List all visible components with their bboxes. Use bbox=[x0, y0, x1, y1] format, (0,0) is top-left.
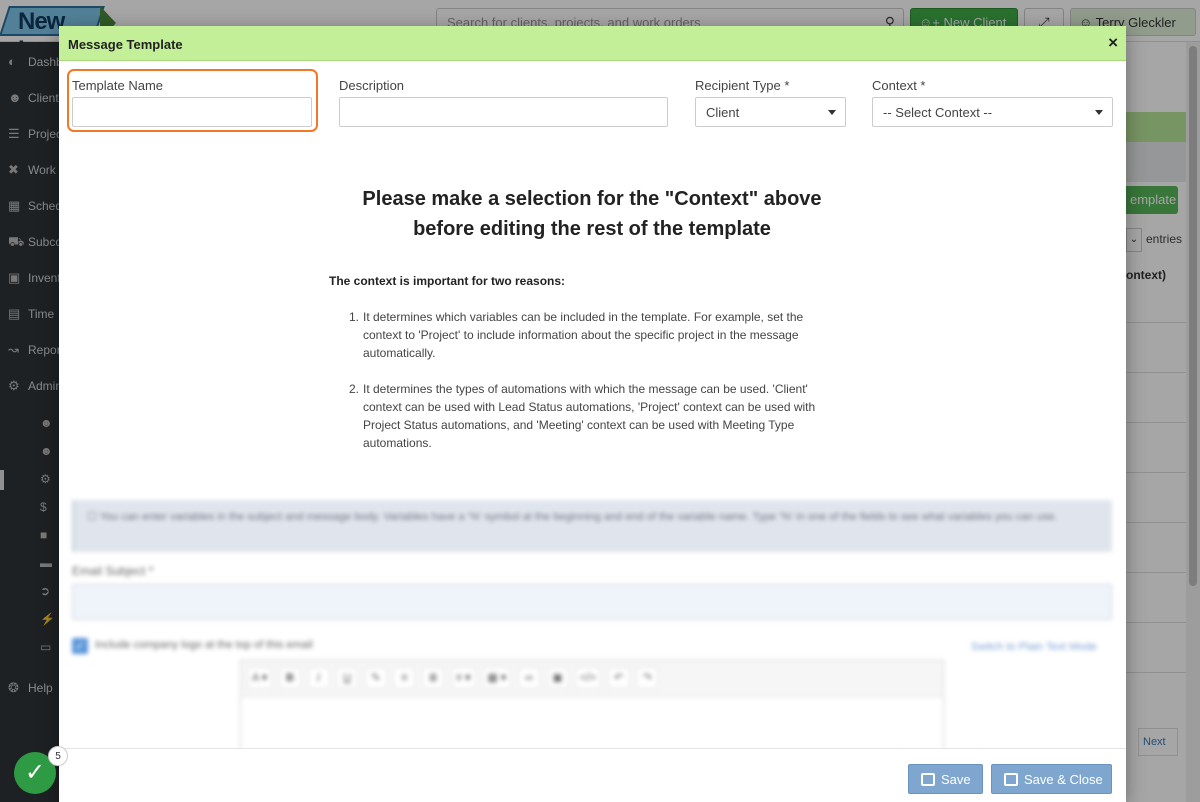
list-item: 2. It determines the types of automations… bbox=[349, 382, 816, 450]
description-input[interactable] bbox=[339, 97, 668, 127]
heading-line-1: Please make a selection for the "Context… bbox=[362, 188, 822, 210]
context-select[interactable]: -- Select Context -- bbox=[872, 97, 1113, 127]
reasons-list: 1. It determines which variables can be i… bbox=[349, 308, 829, 470]
caret-down-icon bbox=[1095, 110, 1103, 115]
save-label: Save bbox=[941, 772, 971, 787]
include-logo-label: Include company logo at the top of this … bbox=[95, 639, 313, 651]
caret-down-icon bbox=[828, 110, 836, 115]
template-name-input[interactable] bbox=[72, 97, 312, 127]
save-close-label: Save & Close bbox=[1024, 772, 1103, 787]
recipient-type-select[interactable]: Client bbox=[695, 97, 846, 127]
underline-icon[interactable]: U bbox=[336, 667, 359, 689]
save-button[interactable]: Save bbox=[908, 764, 983, 794]
bold-icon[interactable]: B bbox=[278, 667, 301, 689]
recipient-type-value: Client bbox=[706, 105, 740, 120]
context-label: Context * bbox=[872, 78, 926, 93]
reasons-title: The context is important for two reasons… bbox=[329, 274, 566, 288]
description-label: Description bbox=[339, 78, 405, 93]
list-item: 1. It determines which variables can be i… bbox=[349, 310, 804, 360]
disabled-template-editor: ☐ You can enter variables in the subject… bbox=[59, 496, 1126, 760]
table-icon[interactable]: ▦ ▾ bbox=[482, 667, 512, 689]
modal-header: Message Template × bbox=[59, 26, 1126, 61]
message-template-modal: Message Template × Template Name Descrip… bbox=[59, 26, 1126, 802]
redo-icon[interactable]: ↷ bbox=[636, 667, 659, 689]
modal-footer: Save Save & Close bbox=[59, 748, 1126, 802]
email-subject-label: Email Subject * bbox=[72, 564, 154, 578]
modal-title: Message Template bbox=[68, 37, 183, 52]
info-icon: ☐ bbox=[87, 511, 100, 523]
email-subject-input[interactable] bbox=[72, 584, 1112, 620]
variables-info-box: ☐ You can enter variables in the subject… bbox=[72, 500, 1112, 552]
bullet-list-icon[interactable]: ≡ bbox=[393, 667, 416, 689]
eraser-icon[interactable]: ✎ bbox=[364, 667, 387, 689]
heading-line-2: before editing the rest of the template bbox=[413, 218, 771, 240]
floppy-disk-icon bbox=[1004, 773, 1018, 786]
editor-toolbar: A ▾ B I U ✎ ≡ ≣ ≡ ▾ ▦ ▾ ∞ ▣ </> ↶ ↷ bbox=[241, 661, 943, 697]
image-icon[interactable]: ▣ bbox=[546, 667, 569, 689]
template-name-label: Template Name bbox=[72, 78, 164, 93]
variables-info-text: You can enter variables in the subject a… bbox=[99, 511, 1058, 523]
undo-icon[interactable]: ↶ bbox=[607, 667, 630, 689]
plain-text-mode-link[interactable]: Switch to Plain Text Mode bbox=[971, 641, 1097, 653]
save-and-close-button[interactable]: Save & Close bbox=[991, 764, 1112, 794]
numbered-list-icon[interactable]: ≣ bbox=[422, 667, 445, 689]
close-icon[interactable]: × bbox=[1108, 33, 1118, 53]
align-icon[interactable]: ≡ ▾ bbox=[450, 667, 476, 689]
italic-icon[interactable]: I bbox=[307, 667, 330, 689]
include-logo-checkbox[interactable]: ✓ bbox=[72, 638, 88, 654]
code-view-icon[interactable]: </> bbox=[575, 667, 602, 689]
context-required-heading: Please make a selection for the "Context… bbox=[299, 184, 885, 244]
checkmark-status-icon[interactable]: ✓ 5 bbox=[14, 746, 68, 794]
message-body-editor[interactable]: A ▾ B I U ✎ ≡ ≣ ≡ ▾ ▦ ▾ ∞ ▣ </> ↶ ↷ bbox=[240, 660, 944, 760]
floppy-disk-icon bbox=[921, 773, 935, 786]
context-value: -- Select Context -- bbox=[883, 105, 993, 120]
notification-count-badge: 5 bbox=[48, 746, 68, 766]
link-icon[interactable]: ∞ bbox=[517, 667, 540, 689]
font-color-icon[interactable]: A ▾ bbox=[247, 667, 273, 689]
recipient-type-label: Recipient Type * bbox=[695, 78, 790, 93]
